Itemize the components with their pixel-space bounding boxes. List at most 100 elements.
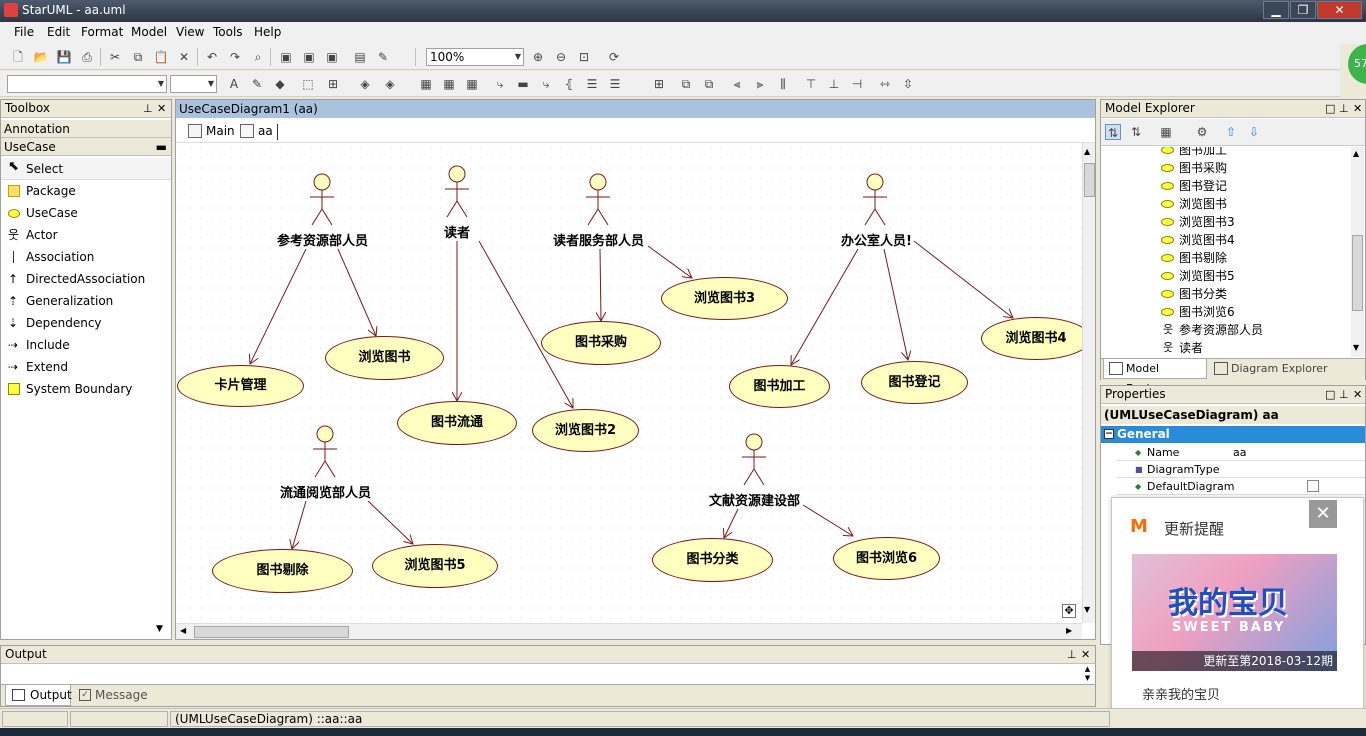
usecase-browse-books-2[interactable]: 浏览图书2 — [532, 409, 639, 452]
space-h-icon[interactable]: ⇿ — [877, 76, 893, 92]
actor-circulation-staff[interactable]: 流通阅览部人员 — [280, 482, 371, 501]
notification-close-button[interactable]: ✕ — [1309, 500, 1337, 528]
scroll-up-icon[interactable]: ▲ — [1084, 147, 1090, 156]
vertical-scrollbar[interactable]: ▲ ▼ — [1082, 143, 1095, 623]
collapse-icon[interactable]: − — [1104, 429, 1114, 439]
route-icon[interactable]: ⤷ — [492, 76, 508, 92]
scroll-right-icon[interactable]: ▶ — [1066, 626, 1072, 635]
sort-icon[interactable]: ⇅ — [1105, 124, 1121, 140]
usecase-book-classification[interactable]: 图书分类 — [652, 538, 773, 582]
distribute2-icon[interactable]: ☰ — [607, 76, 623, 92]
scroll-down-icon[interactable]: ▼ — [1084, 605, 1090, 614]
explorer-close-icon[interactable]: ✕ — [1353, 102, 1362, 115]
redo-icon[interactable]: ↷ — [227, 49, 243, 65]
usecase-browse-books-5[interactable]: 浏览图书5 — [372, 544, 498, 588]
usecase-book-browse-6[interactable]: 图书浏览6 — [833, 537, 940, 580]
usecase-book-purchase[interactable]: 图书采购 — [541, 321, 661, 365]
menu-file[interactable]: File — [14, 25, 34, 39]
scroll-down-icon[interactable]: ▼ — [156, 624, 163, 634]
tool-include[interactable]: ⇢ Include — [1, 334, 171, 356]
align-center-icon[interactable]: ⫼ — [775, 76, 791, 92]
tool-select[interactable]: ⬉ Select — [1, 158, 171, 180]
move-up-icon[interactable]: ⇧ — [1223, 124, 1239, 140]
layout-icon[interactable]: ▦ — [418, 76, 434, 92]
actor-reader-service-staff[interactable]: 读者服务部人员 — [553, 230, 644, 249]
tree-item[interactable]: 图书登记 — [1159, 177, 1227, 195]
route2-icon[interactable]: ⤷ — [538, 76, 554, 92]
usecase-book-circulation[interactable]: 图书流通 — [397, 401, 517, 445]
vertical-scroll-thumb[interactable] — [1084, 163, 1095, 197]
explorer-scroll-thumb[interactable] — [1352, 235, 1363, 311]
move-down-icon[interactable]: ⇩ — [1246, 124, 1262, 140]
tree-item[interactable]: 웃 参考资源部人员 — [1159, 321, 1263, 339]
pin-icon[interactable]: ⊥ — [1339, 102, 1349, 115]
align-bottom-icon[interactable]: ⊥ — [826, 76, 842, 92]
usecase-book-removal[interactable]: 图书剔除 — [212, 549, 353, 593]
undo-icon[interactable]: ↶ — [204, 49, 220, 65]
explorer-scrollbar[interactable]: ▲ ▼ — [1351, 147, 1364, 357]
menu-model[interactable]: Model — [131, 25, 167, 39]
package-tb-icon[interactable]: ▬ — [515, 76, 531, 92]
usecase-browse-books[interactable]: 浏览图书 — [325, 336, 444, 380]
prop-row-diagramtype[interactable]: ■ DiagramType — [1117, 461, 1365, 478]
horizontal-scrollbar[interactable]: ◀ ▶ — [176, 623, 1082, 639]
bracket-icon[interactable]: ⦃ — [561, 76, 577, 92]
tool-association[interactable]: Association — [1, 246, 171, 268]
section-usecase[interactable]: UseCase ▬ — [1, 138, 171, 156]
close-button[interactable]: ✕ — [1317, 1, 1362, 19]
pin-icon[interactable]: ⊥ — [143, 102, 153, 115]
output-close-icon[interactable]: ✕ — [1081, 648, 1090, 661]
properties-close-icon[interactable]: ✕ — [1353, 388, 1362, 401]
tab-aa[interactable]: aa — [238, 124, 278, 140]
new-file-icon[interactable]: 🗋 — [10, 49, 26, 65]
font-icon[interactable]: A — [226, 76, 242, 92]
tool-usecase[interactable]: UseCase — [1, 202, 171, 224]
distribute-icon[interactable]: ☰ — [584, 76, 600, 92]
diagram-tool3-icon[interactable]: ▣ — [324, 49, 340, 65]
tool-generalization[interactable]: ⇡ Generalization — [1, 290, 171, 312]
tree-item[interactable]: 图书剔除 — [1159, 249, 1227, 267]
tool-extend[interactable]: ⇢ Extend — [1, 356, 171, 378]
menu-view[interactable]: View — [176, 25, 204, 39]
usecase-book-processing[interactable]: 图书加工 — [729, 365, 830, 408]
usecase-card-management[interactable]: 卡片管理 — [177, 365, 304, 407]
menu-help[interactable]: Help — [254, 25, 281, 39]
delete-icon[interactable]: ✕ — [176, 49, 192, 65]
addin-icon[interactable]: ✎ — [375, 49, 391, 65]
font-select[interactable]: ▼ — [7, 75, 167, 93]
tree-item[interactable]: 浏览图书 — [1159, 195, 1227, 213]
fill-color-icon[interactable]: ◆ — [272, 76, 288, 92]
zoom-out-icon[interactable]: ⊖ — [553, 49, 569, 65]
menu-format[interactable]: Format — [81, 25, 123, 39]
maximize-panel-icon[interactable]: □ — [1325, 102, 1335, 115]
scroll-left-icon[interactable]: ◀ — [180, 626, 186, 635]
section-annotation[interactable]: Annotation — [1, 120, 171, 138]
tree-item[interactable]: 图书采购 — [1159, 159, 1227, 177]
save-icon[interactable]: 💾 — [56, 49, 72, 65]
horizontal-scroll-thumb[interactable] — [194, 626, 349, 638]
minimize-button[interactable]: ▁ — [1263, 1, 1289, 19]
score-badge[interactable]: 57 — [1348, 44, 1366, 84]
tool-package[interactable]: Package — [1, 180, 171, 202]
code-icon[interactable]: ▤ — [352, 49, 368, 65]
actor-office-staff[interactable]: 办公室人员! — [841, 230, 912, 249]
tree-item[interactable]: 웃 读者 — [1159, 339, 1203, 357]
print-icon[interactable]: ⎙ — [79, 49, 95, 65]
collapse-icon[interactable]: ▬ — [156, 138, 167, 156]
align-top-icon[interactable]: ⊤ — [803, 76, 819, 92]
settings-icon[interactable]: ⚙ — [1194, 124, 1210, 140]
usecase-browse-books-3[interactable]: 浏览图书3 — [661, 277, 788, 320]
open-folder-icon[interactable]: 📂 — [33, 49, 49, 65]
tree-item[interactable]: 浏览图书4 — [1159, 231, 1235, 249]
defaultdiagram-checkbox[interactable] — [1307, 480, 1319, 492]
tab-diagram-explorer[interactable]: Diagram Explorer — [1211, 359, 1331, 379]
menu-tools[interactable]: Tools — [213, 25, 243, 39]
maximize-panel-icon[interactable]: □ — [1325, 388, 1335, 401]
tab-model-explorer[interactable]: Model Explorer — [1103, 359, 1207, 395]
select-all-icon[interactable]: ⬚ — [300, 76, 316, 92]
zoom-fit-icon[interactable]: ⊡ — [576, 49, 592, 65]
tree-item[interactable]: 浏览图书5 — [1159, 267, 1235, 285]
tool-directed-association[interactable]: ↑ DirectedAssociation — [1, 268, 171, 290]
cut-icon[interactable]: ✂ — [107, 49, 123, 65]
line-color-icon[interactable]: ✎ — [249, 76, 265, 92]
